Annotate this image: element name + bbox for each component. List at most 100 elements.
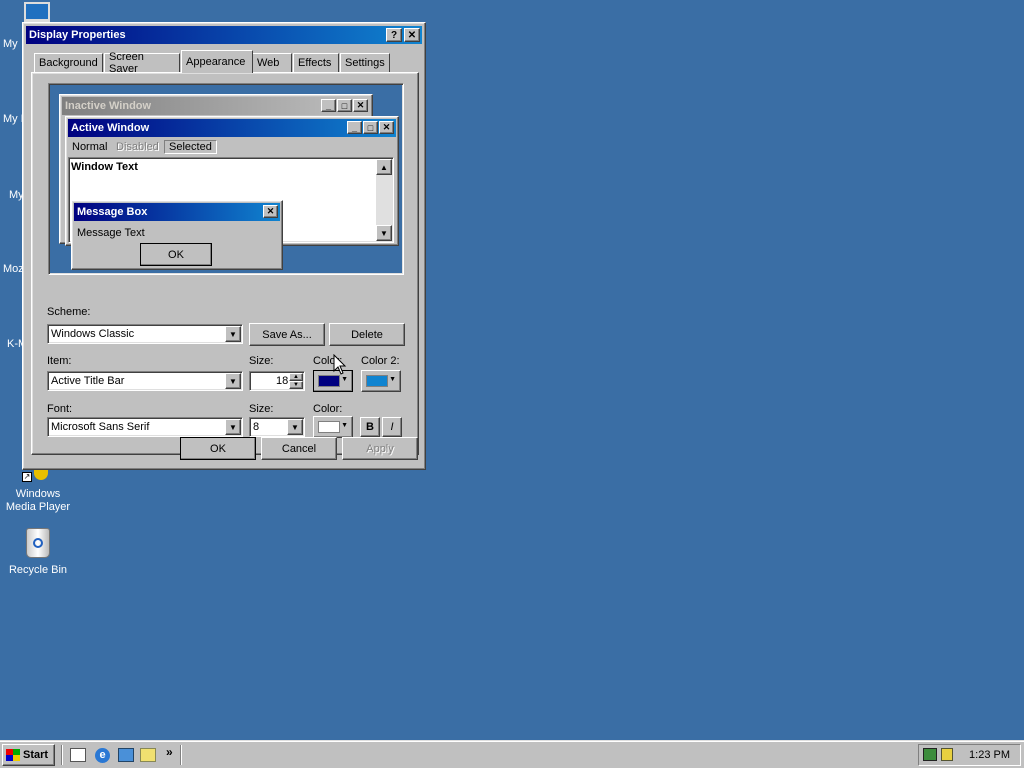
- desktop-icon-recycle-bin[interactable]: Recycle Bin: [0, 526, 76, 577]
- display-properties-dialog: Display Properties ? ✕ Background Screen…: [22, 22, 426, 470]
- item-combobox[interactable]: Active Title Bar ▼: [47, 371, 243, 391]
- preview-menu-selected: Selected: [164, 140, 217, 154]
- preview-menu-normal: Normal: [72, 141, 108, 153]
- quick-launch-chevron-icon[interactable]: »: [166, 745, 173, 759]
- tab-background[interactable]: Background: [34, 53, 103, 72]
- volume-icon[interactable]: [941, 748, 953, 761]
- delete-button[interactable]: Delete: [329, 323, 405, 346]
- search-icon[interactable]: [140, 748, 156, 762]
- chevron-down-icon: ▼: [341, 376, 348, 383]
- preview-active-titlebar: Active Window _ □ ✕: [68, 119, 396, 137]
- scheme-preview[interactable]: Inactive Window _ □ ✕ Active Window _ □ …: [48, 83, 404, 275]
- item-color2-swatch: [366, 375, 388, 387]
- cancel-button[interactable]: Cancel: [261, 437, 337, 460]
- font-combobox[interactable]: Microsoft Sans Serif ▼: [47, 417, 243, 437]
- maximize-icon: □: [363, 121, 378, 134]
- preview-msgbox-text: Message Text: [77, 227, 145, 239]
- internet-explorer-icon[interactable]: e: [95, 748, 110, 763]
- recycle-bin-icon: [26, 528, 50, 558]
- scroll-up-icon: ▲: [376, 159, 392, 175]
- item-color-swatch: [318, 375, 340, 387]
- dialog-titlebar[interactable]: Display Properties ? ✕: [26, 26, 422, 44]
- chevron-down-icon[interactable]: ▼: [225, 419, 241, 435]
- outlook-express-icon[interactable]: [118, 748, 134, 762]
- ok-button[interactable]: OK: [180, 437, 256, 460]
- preview-menu-disabled: Disabled: [116, 141, 159, 153]
- desktop-label-partial[interactable]: Moz: [3, 263, 24, 275]
- font-color-swatch: [318, 421, 340, 433]
- preview-message-box: Message Box ✕ Message Text OK: [71, 200, 283, 270]
- help-button[interactable]: ?: [386, 28, 402, 42]
- chevron-down-icon[interactable]: ▼: [287, 419, 303, 435]
- desktop-icon-label: Windows Media Player: [5, 488, 71, 513]
- tab-appearance[interactable]: Appearance: [181, 50, 253, 73]
- item-label: Item:: [47, 355, 72, 367]
- item-color2-label: Color 2:: [361, 355, 400, 367]
- font-color-label: Color:: [313, 403, 343, 415]
- minimize-icon: _: [321, 99, 336, 112]
- font-value: Microsoft Sans Serif: [51, 421, 150, 433]
- close-button[interactable]: ✕: [404, 28, 420, 42]
- close-icon: ✕: [379, 121, 394, 134]
- item-size-spinner[interactable]: 18 ▲ ▼: [249, 371, 305, 391]
- font-color-button[interactable]: ▼: [313, 416, 353, 438]
- item-size-value: 18: [276, 375, 289, 387]
- shortcut-arrow-icon: ↗: [22, 472, 32, 482]
- clock[interactable]: 1:23 PM: [969, 749, 1010, 761]
- chevron-down-icon[interactable]: ▼: [225, 326, 241, 342]
- font-size-label: Size:: [249, 403, 274, 415]
- save-as-button[interactable]: Save As...: [249, 323, 325, 346]
- mouse-cursor-icon: [333, 354, 347, 375]
- dialog-title: Display Properties: [29, 29, 126, 41]
- font-size-combobox[interactable]: 8 ▼: [249, 417, 305, 437]
- font-size-value: 8: [253, 421, 260, 433]
- scheme-value: Windows Classic: [51, 328, 135, 340]
- preview-inactive-titlebar: Inactive Window _ □ ✕: [62, 97, 370, 115]
- minimize-icon: _: [347, 121, 362, 134]
- preview-window-text: Window Text: [71, 161, 138, 173]
- close-icon: ✕: [353, 99, 368, 112]
- item-size-label: Size:: [249, 355, 274, 367]
- bold-button[interactable]: B: [360, 417, 380, 437]
- item-color2-button[interactable]: ▼: [361, 370, 401, 392]
- tab-effects[interactable]: Effects: [293, 53, 339, 72]
- taskbar-divider: [61, 745, 63, 765]
- media-player-icon: [34, 470, 48, 480]
- tab-settings[interactable]: Settings: [340, 53, 390, 72]
- desktop-icon-label: Recycle Bin: [8, 564, 68, 576]
- preview-scrollbar: ▲ ▼: [376, 159, 392, 241]
- taskbar: Start e » 1:23 PM: [0, 740, 1024, 768]
- chevron-down-icon[interactable]: ▼: [225, 373, 241, 389]
- desktop-label-partial[interactable]: My: [3, 38, 18, 50]
- preview-active-title: Active Window: [71, 122, 150, 134]
- spin-up-icon[interactable]: ▲: [289, 373, 303, 381]
- close-icon: ✕: [263, 205, 278, 218]
- spin-down-icon[interactable]: ▼: [289, 381, 303, 389]
- show-desktop-icon[interactable]: [70, 748, 86, 762]
- taskbar-divider: [180, 745, 182, 765]
- start-label: Start: [23, 749, 49, 761]
- scheme-label: Scheme:: [47, 306, 91, 318]
- system-tray: 1:23 PM: [918, 744, 1021, 766]
- item-value: Active Title Bar: [51, 375, 125, 387]
- preview-menubar: Normal Disabled Selected: [66, 139, 398, 157]
- appearance-panel: Inactive Window _ □ ✕ Active Window _ □ …: [31, 72, 419, 455]
- tab-web[interactable]: Web: [252, 53, 292, 72]
- chevron-down-icon: ▼: [341, 422, 348, 429]
- preview-inactive-title: Inactive Window: [65, 100, 152, 112]
- scroll-down-icon: ▼: [376, 225, 392, 241]
- scheme-combobox[interactable]: Windows Classic ▼: [47, 324, 243, 344]
- my-computer-icon[interactable]: [24, 2, 50, 22]
- windows-logo-icon: [6, 749, 20, 761]
- preview-msgbox-titlebar: Message Box ✕: [74, 203, 280, 221]
- italic-button[interactable]: I: [382, 417, 402, 437]
- preview-msgbox-title: Message Box: [77, 206, 148, 218]
- maximize-icon: □: [337, 99, 352, 112]
- tab-screen-saver[interactable]: Screen Saver: [104, 51, 180, 75]
- apply-button[interactable]: Apply: [342, 437, 418, 460]
- font-label: Font:: [47, 403, 73, 415]
- start-button[interactable]: Start: [2, 744, 55, 766]
- network-icon[interactable]: [923, 748, 937, 761]
- chevron-down-icon: ▼: [389, 376, 396, 383]
- preview-msgbox-ok: OK: [140, 243, 212, 266]
